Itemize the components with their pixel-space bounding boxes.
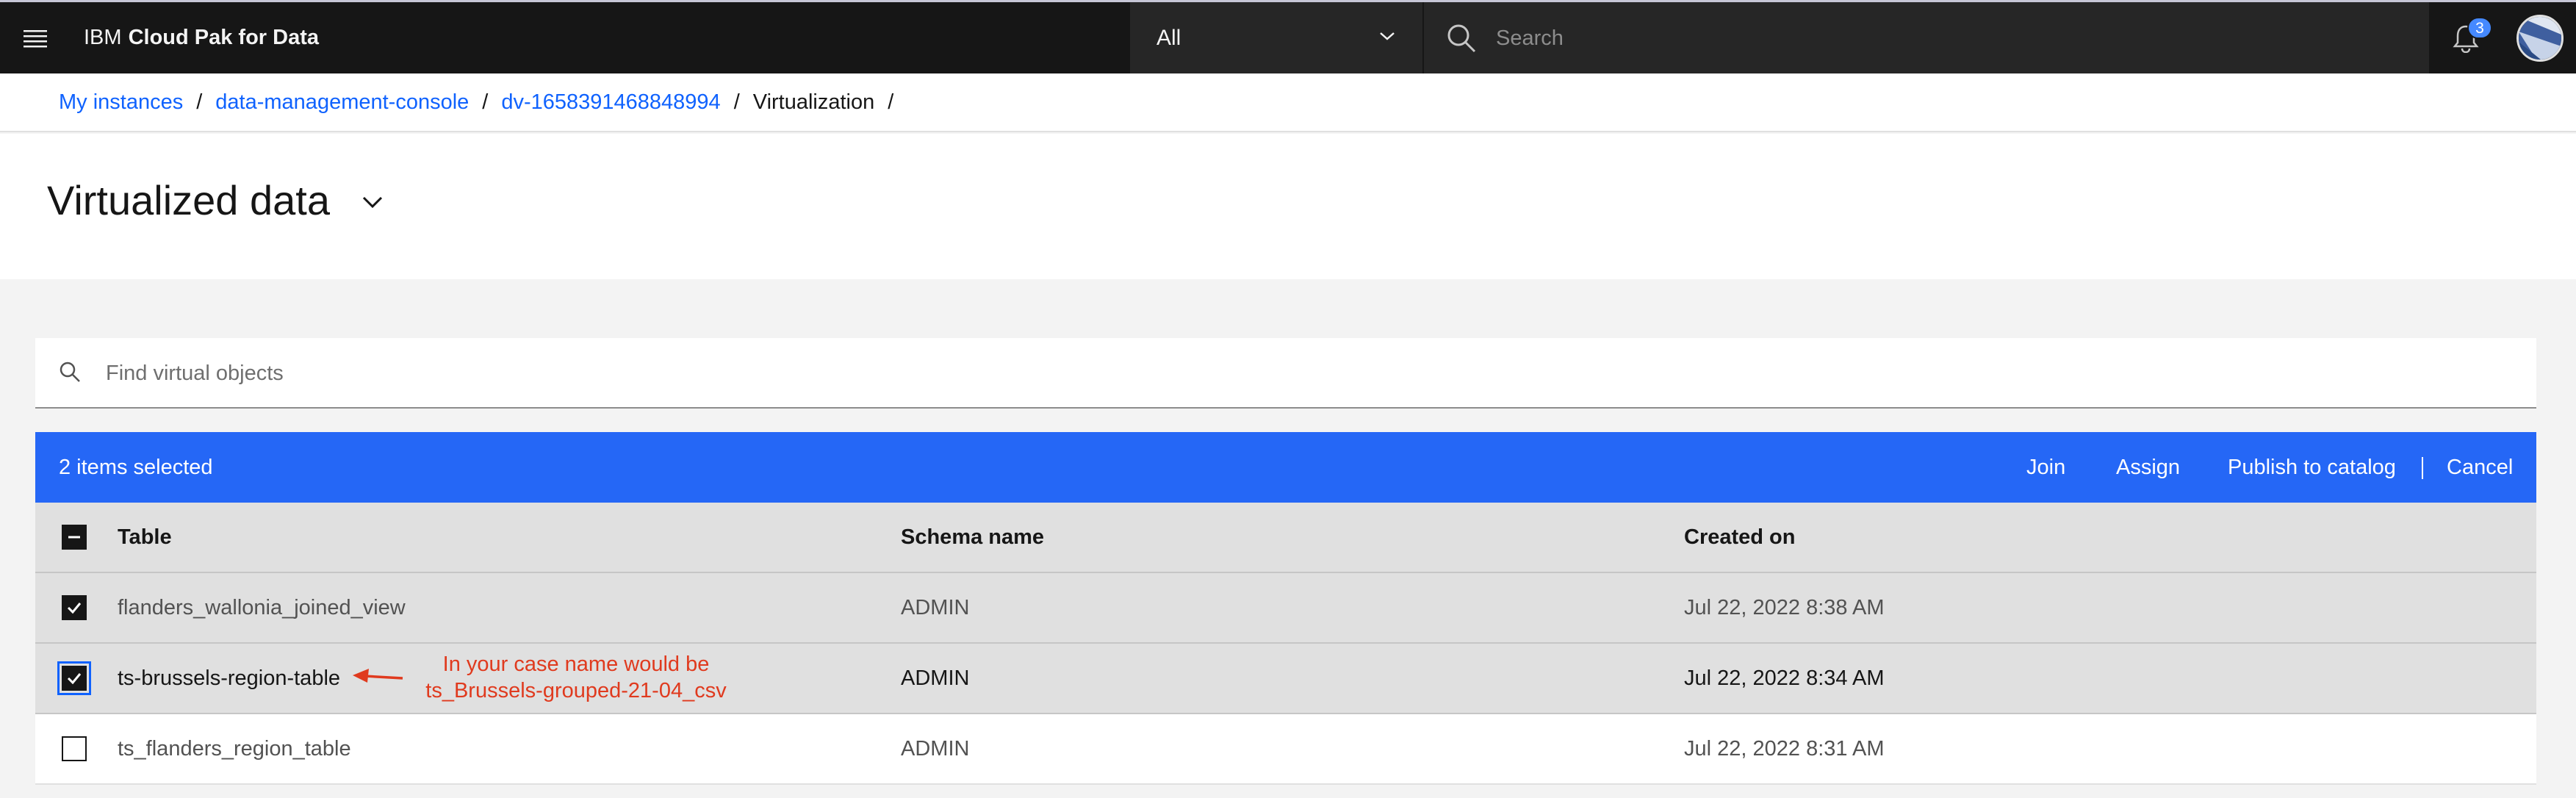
- row-schema-name: ADMIN: [901, 596, 970, 619]
- row-table-name: ts-brussels-region-table: [118, 666, 341, 690]
- row-checkbox[interactable]: [62, 595, 87, 620]
- breadcrumb-link-instance[interactable]: dv-1658391468848994: [501, 90, 720, 115]
- breadcrumb: My instances / data-management-console /…: [0, 73, 2576, 132]
- checkmark-icon: [67, 603, 82, 614]
- brand-name: Cloud Pak for Data: [128, 26, 319, 49]
- cancel-button[interactable]: Cancel: [2447, 432, 2513, 503]
- search-scope-dropdown[interactable]: All: [1130, 2, 1422, 73]
- annotation-line-1: In your case name would be: [442, 653, 710, 676]
- breadcrumb-link-console[interactable]: data-management-console: [215, 90, 469, 115]
- breadcrumb-separator: /: [196, 90, 203, 114]
- page-title-dropdown[interactable]: [360, 194, 385, 214]
- batch-action-bar: 2 items selected Join Assign Publish to …: [35, 432, 2536, 503]
- table-header: Table Schema name Created on: [35, 503, 2536, 573]
- breadcrumb-separator: /: [733, 90, 740, 114]
- row-checkbox[interactable]: [62, 736, 87, 761]
- hamburger-menu-button[interactable]: [0, 2, 71, 73]
- menu-icon: [24, 29, 47, 47]
- scope-value: All: [1156, 25, 1181, 50]
- notification-count-badge: 3: [2467, 17, 2492, 39]
- row-created-on: Jul 22, 2022 8:34 AM: [1684, 666, 1885, 690]
- row-created-on: Jul 22, 2022 8:38 AM: [1684, 596, 1885, 619]
- column-header-table[interactable]: Table: [118, 503, 172, 572]
- table-row[interactable]: ts-brussels-region-table ADMIN Jul 22, 2…: [35, 644, 2536, 714]
- checkmark-icon: [67, 673, 82, 685]
- publish-to-catalog-button[interactable]: Publish to catalog: [2228, 432, 2396, 503]
- product-brand[interactable]: IBM Cloud Pak for Data: [84, 2, 319, 73]
- brand-prefix: IBM: [84, 26, 122, 49]
- column-header-schema[interactable]: Schema name: [901, 503, 1044, 572]
- chevron-down-icon: [362, 196, 383, 209]
- row-table-name: flanders_wallonia_joined_view: [118, 596, 406, 619]
- annotation-line-2: ts_Brussels-grouped-21-04_csv: [425, 679, 727, 702]
- row-schema-name: ADMIN: [901, 666, 970, 690]
- breadcrumb-link-my-instances[interactable]: My instances: [59, 90, 183, 115]
- avatar: [2516, 14, 2564, 62]
- page-header: Virtualized data: [0, 134, 2576, 279]
- find-virtual-objects-input[interactable]: [106, 357, 2457, 389]
- find-virtual-objects: [35, 338, 2536, 409]
- breadcrumb-separator: /: [888, 90, 894, 114]
- action-divider: [2422, 457, 2423, 479]
- row-created-on: Jul 22, 2022 8:31 AM: [1684, 737, 1885, 761]
- avatar-image-icon: [2519, 16, 2561, 60]
- selected-count: 2 items selected: [59, 456, 213, 479]
- annotation-arrow-icon: [353, 669, 403, 683]
- top-header: IBM Cloud Pak for Data All 3: [0, 0, 2576, 73]
- user-avatar-button[interactable]: [2504, 2, 2576, 73]
- join-button[interactable]: Join: [2026, 432, 2065, 503]
- global-search-input[interactable]: [1496, 23, 2378, 54]
- row-schema-name: ADMIN: [901, 737, 970, 761]
- chevron-down-icon: [1380, 32, 1395, 40]
- row-checkbox[interactable]: [57, 661, 91, 695]
- select-all-checkbox[interactable]: [62, 525, 87, 550]
- notifications-button[interactable]: 3: [2429, 2, 2503, 73]
- search-icon: [60, 362, 80, 382]
- table-row[interactable]: ts_flanders_region_table ADMIN Jul 22, 2…: [35, 714, 2536, 785]
- breadcrumb-current: Virtualization: [752, 90, 875, 114]
- assign-button[interactable]: Assign: [2116, 432, 2180, 503]
- table-row[interactable]: flanders_wallonia_joined_view ADMIN Jul …: [35, 573, 2536, 644]
- breadcrumb-separator: /: [482, 90, 489, 114]
- search-icon: [1447, 24, 1476, 53]
- page-title: Virtualized data: [47, 177, 330, 223]
- annotation-note: In your case name would be ts_Brussels-g…: [422, 651, 730, 704]
- column-header-created[interactable]: Created on: [1684, 503, 1795, 572]
- global-search: [1424, 2, 2429, 73]
- minus-icon: [68, 536, 80, 539]
- row-table-name: ts_flanders_region_table: [118, 737, 351, 761]
